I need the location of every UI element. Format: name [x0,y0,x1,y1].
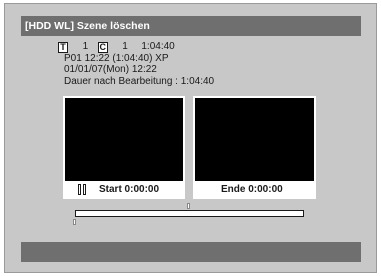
end-preview [195,98,314,181]
dialog-title: [HDD WL] Szene löschen [21,16,361,36]
duration-after-edit: Dauer nach Bearbeitung : 1:04:40 [64,75,215,87]
date-line: 01/01/07(Mon) 12:22 [64,64,157,75]
recording-info: T 1 C 1 1:04:40 P01 12:22 (1:04:40) XP 0… [58,41,214,87]
timeline-bar[interactable] [75,210,304,217]
chapter-duration: 1:04:40 [141,41,175,52]
end-label: Ende 0:00:00 [221,184,283,195]
program-line: P01 12:22 (1:04:40) XP [64,52,169,64]
title-badge: T [58,42,68,53]
start-position-marker[interactable] [73,219,76,225]
title-chapter-row: T 1 C 1 1:04:40 [58,41,214,53]
pause-icon [78,184,87,195]
start-preview [65,98,183,181]
chapter-number: 1 [122,41,128,52]
chapter-badge: C [97,42,108,53]
bottom-bar [21,242,361,262]
start-label: Start 0:00:00 [99,184,160,195]
title-number: 1 [82,41,89,52]
current-position-marker[interactable] [187,203,190,209]
